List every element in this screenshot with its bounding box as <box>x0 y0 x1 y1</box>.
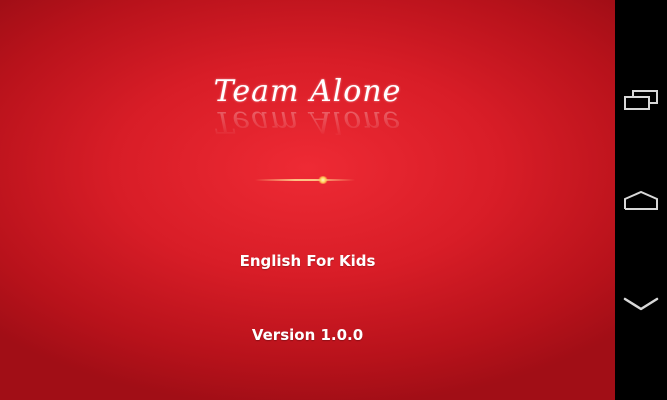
home-icon <box>624 190 658 210</box>
team-logo-reflection: Team Alone <box>213 104 402 139</box>
app-name: English For Kids <box>239 252 376 270</box>
divider-spark <box>318 176 328 184</box>
back-button[interactable] <box>615 278 667 330</box>
device-screen: Team Alone Team Alone English For Kids V… <box>0 0 667 400</box>
back-icon <box>623 297 659 311</box>
recent-apps-button[interactable] <box>615 74 667 126</box>
home-button[interactable] <box>615 174 667 226</box>
divider-line <box>255 179 355 181</box>
version-label: Version 1.0.0 <box>251 326 364 344</box>
navigation-bar <box>615 0 667 400</box>
recent-apps-icon <box>624 90 658 110</box>
splash-screen: Team Alone Team Alone English For Kids V… <box>0 0 615 400</box>
